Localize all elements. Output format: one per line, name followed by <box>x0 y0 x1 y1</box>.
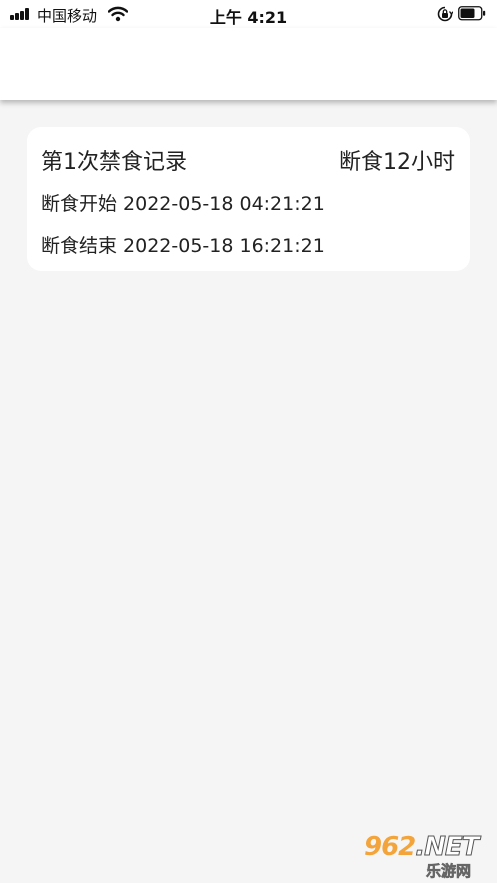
end-time: 2022-05-18 16:21:21 <box>123 235 325 257</box>
watermark-number: 962 <box>364 832 416 862</box>
end-label: 断食结束 <box>41 235 118 257</box>
watermark-name: 乐游网 <box>426 862 472 881</box>
navigation-bar <box>0 28 497 100</box>
watermark-logo: 962.NET <box>364 832 480 863</box>
start-time: 2022-05-18 04:21:21 <box>123 193 325 215</box>
start-label: 断食开始 <box>41 193 118 215</box>
app-screen: 中国移动 上午 4:21 第1次禁食记录 断食12小时 断食开始 2022-05-… <box>0 0 497 883</box>
battery-icon <box>458 6 486 21</box>
orientation-lock-icon <box>437 6 453 22</box>
fasting-duration: 断食12小时 <box>339 150 455 175</box>
fasting-record-card[interactable]: 第1次禁食记录 断食12小时 断食开始 2022-05-18 04:21:21 断… <box>27 127 470 271</box>
fasting-end-row: 断食结束 2022-05-18 16:21:21 <box>41 231 325 258</box>
status-time: 上午 4:21 <box>209 8 288 27</box>
fasting-start-row: 断食开始 2022-05-18 04:21:21 <box>41 189 325 216</box>
record-title: 第1次禁食记录 <box>41 150 187 175</box>
site-watermark: 962.NET 乐游网 <box>356 830 496 883</box>
watermark-suffix: .NET <box>415 832 480 863</box>
status-bar: 中国移动 上午 4:21 <box>0 0 497 28</box>
